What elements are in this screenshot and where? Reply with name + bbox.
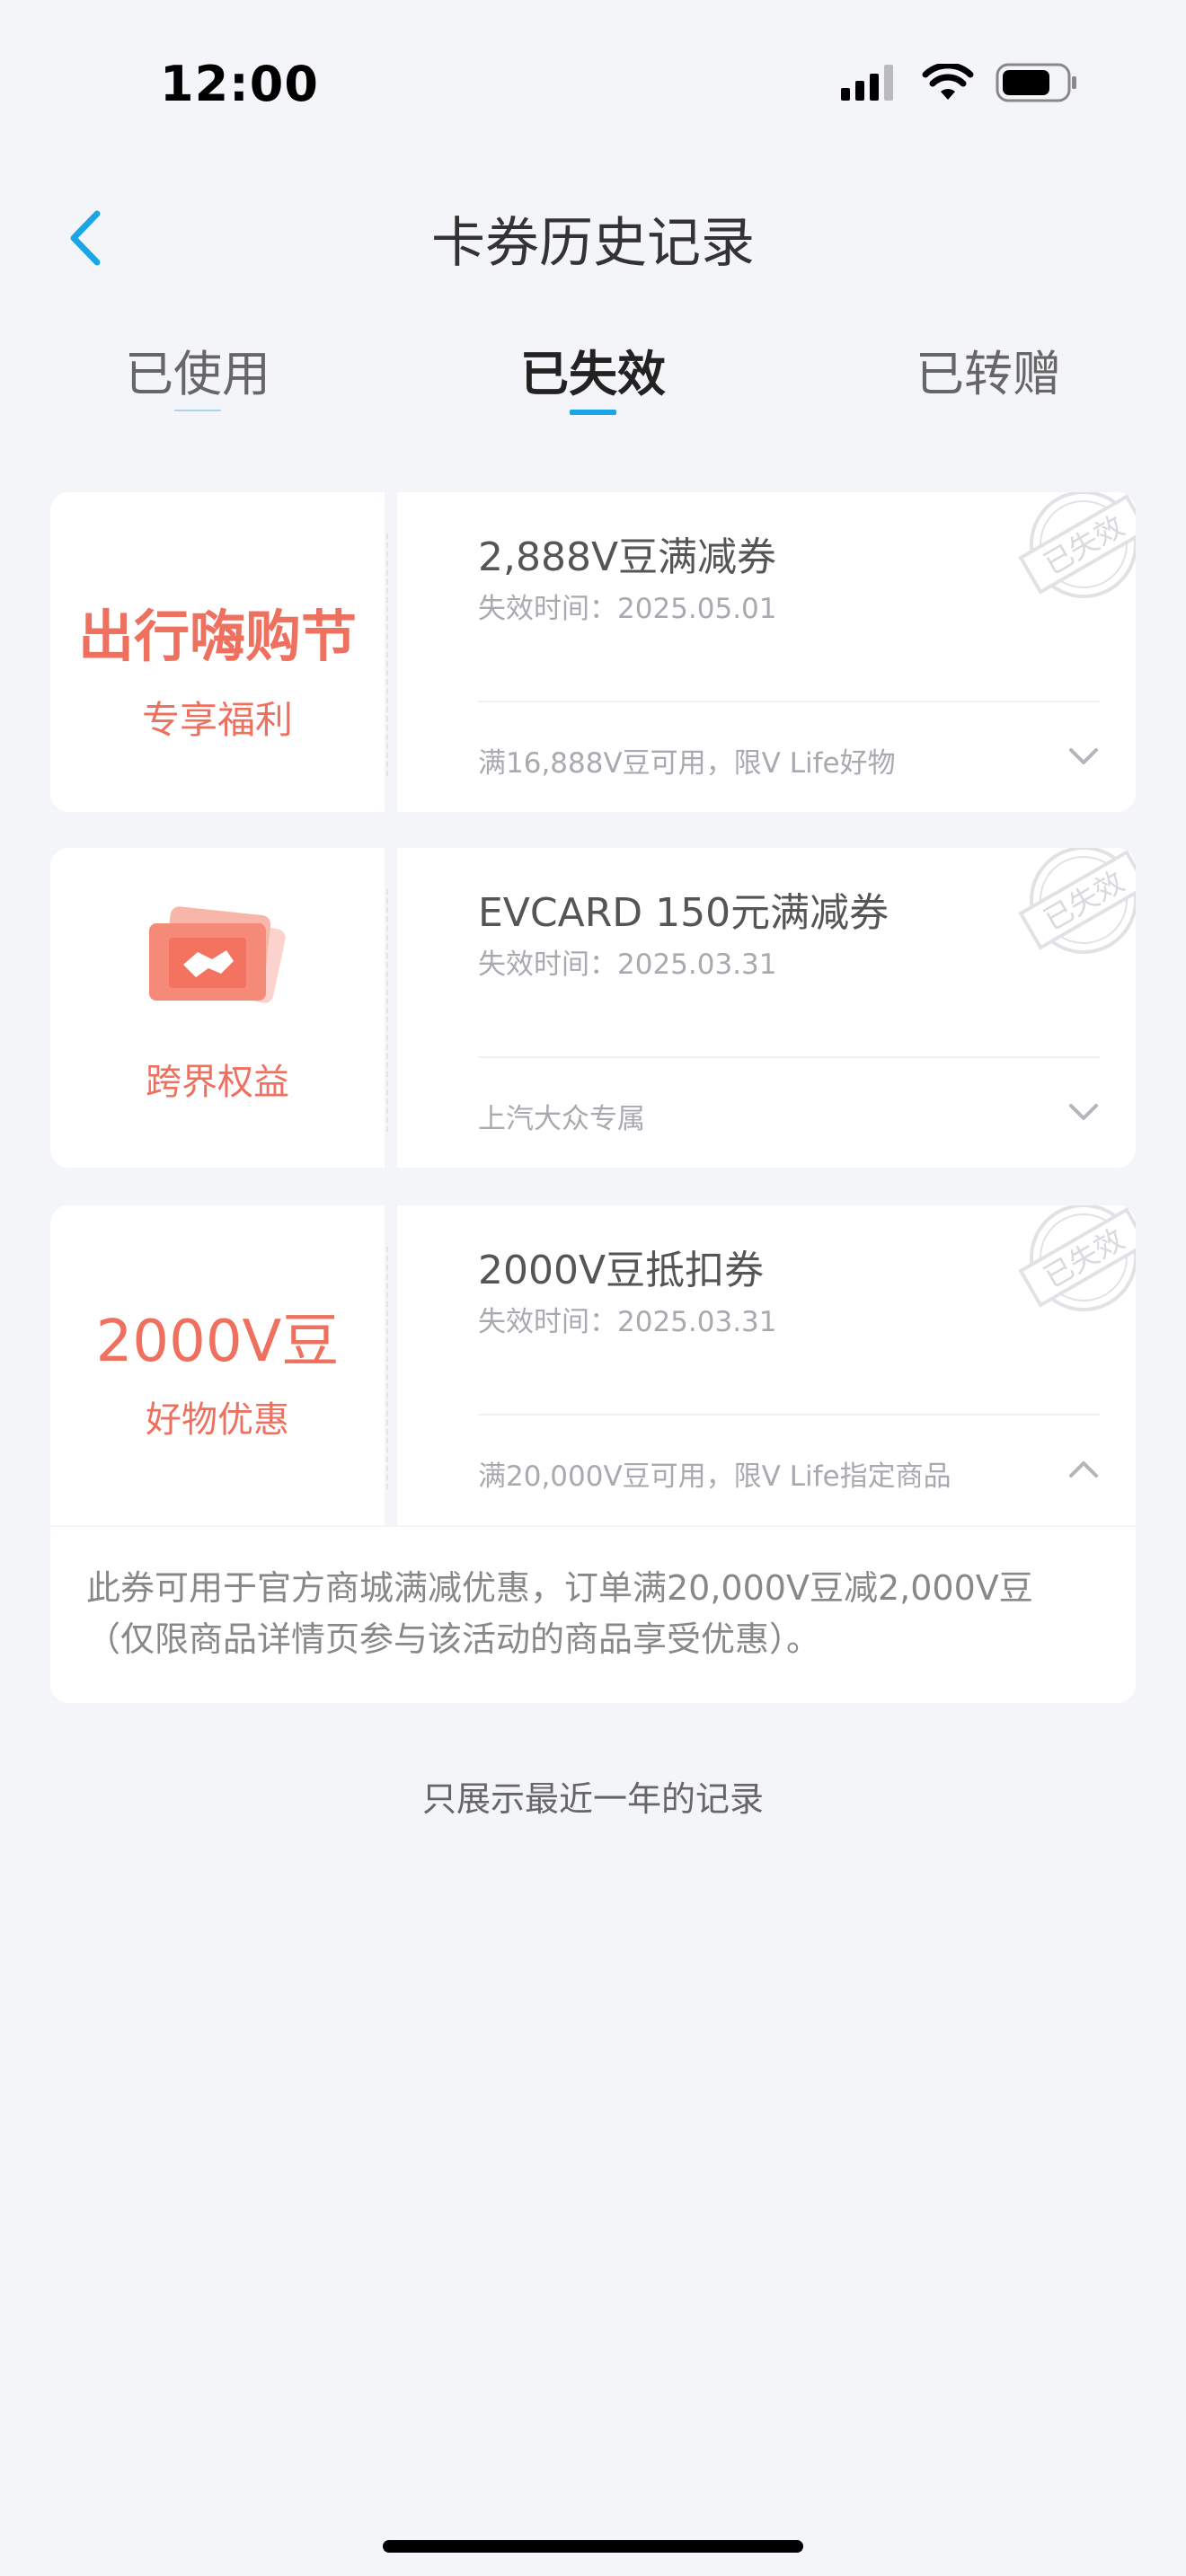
coupon-description: 此券可用于官方商城满减优惠，订单满20,000V豆减2,000V豆（仅限商品详情… xyxy=(86,1568,1033,1659)
tab-expired[interactable]: 已失效 xyxy=(458,334,728,405)
status-icons xyxy=(841,63,1078,102)
records-footer-note: 只展示最近一年的记录 xyxy=(421,1779,764,1819)
coupon-divider-line xyxy=(478,1414,1100,1416)
chevron-up-icon[interactable] xyxy=(1066,1451,1102,1487)
tab-used[interactable]: 已使用 xyxy=(63,334,332,405)
coupon-left-panel: 出行嗨购节 专享福利 xyxy=(50,492,385,812)
coupon-left-panel: 跨界权益 xyxy=(50,848,385,1168)
coupon-card[interactable]: 出行嗨购节 专享福利 2,888V豆满减券 失效时间：2025.05.01 满1… xyxy=(50,492,1136,812)
home-indicator[interactable] xyxy=(383,2540,803,2553)
status-time: 12:00 xyxy=(160,56,319,112)
coupon-card[interactable]: 跨界权益 EVCARD 150元满减券 失效时间：2025.03.31 上汽大众… xyxy=(50,848,1136,1168)
coupon-right-panel: 2,888V豆满减券 失效时间：2025.05.01 满16,888V豆可用，限… xyxy=(397,492,1136,812)
handshake-ticket-icon xyxy=(149,906,286,1003)
expired-stamp-icon: 已失效 xyxy=(1018,1205,1136,1311)
expired-stamp-icon: 已失效 xyxy=(1018,492,1136,598)
coupon-title: 2000V豆抵扣券 xyxy=(478,1248,765,1293)
coupon-divider-line xyxy=(478,1056,1100,1058)
tab-expired-indicator xyxy=(570,410,616,415)
coupon-left-subtitle: 跨界权益 xyxy=(146,1062,289,1103)
coupon-left-title: 出行嗨购节 xyxy=(77,604,357,669)
coupon-divider xyxy=(386,534,388,776)
battery-icon xyxy=(996,63,1076,102)
coupon-expire-date: 失效时间：2025.03.31 xyxy=(478,1306,777,1338)
chevron-down-icon[interactable] xyxy=(1066,738,1102,774)
cellular-signal-icon xyxy=(841,65,893,101)
coupon-expire-date: 失效时间：2025.05.01 xyxy=(478,593,777,625)
tab-transferred[interactable]: 已转赠 xyxy=(854,334,1123,405)
tab-used-indicator xyxy=(174,410,221,411)
coupon-left-title: 2000V豆 xyxy=(95,1309,340,1375)
chevron-down-icon[interactable] xyxy=(1066,1094,1102,1130)
coupon-expire-date: 失效时间：2025.03.31 xyxy=(478,948,777,981)
coupon-description-panel: 此券可用于官方商城满减优惠，订单满20,000V豆减2,000V豆（仅限商品详情… xyxy=(50,1527,1136,1703)
coupon-condition: 上汽大众专属 xyxy=(478,1103,645,1135)
coupon-divider-line xyxy=(478,701,1100,702)
coupon-card[interactable]: 2000V豆 好物优惠 2000V豆抵扣券 失效时间：2025.03.31 满2… xyxy=(50,1205,1136,1525)
coupon-right-panel: 2000V豆抵扣券 失效时间：2025.03.31 满20,000V豆可用，限V… xyxy=(397,1205,1136,1525)
coupon-condition: 满16,888V豆可用，限V Life好物 xyxy=(478,747,896,780)
coupon-right-panel: EVCARD 150元满减券 失效时间：2025.03.31 上汽大众专属 已失… xyxy=(397,848,1136,1168)
coupon-left-subtitle: 好物优惠 xyxy=(146,1399,289,1441)
coupon-divider xyxy=(386,889,388,1132)
coupon-condition: 满20,000V豆可用，限V Life指定商品 xyxy=(478,1460,951,1493)
coupon-left-panel: 2000V豆 好物优惠 xyxy=(50,1205,385,1525)
page-title: 卡券历史记录 xyxy=(431,212,755,275)
coupon-divider xyxy=(386,1247,388,1489)
wifi-icon xyxy=(922,64,974,100)
coupon-title: EVCARD 150元满减券 xyxy=(478,890,890,936)
coupon-title: 2,888V豆满减券 xyxy=(478,534,777,580)
expired-stamp-icon: 已失效 xyxy=(1018,848,1136,954)
coupon-left-subtitle: 专享福利 xyxy=(141,698,293,742)
